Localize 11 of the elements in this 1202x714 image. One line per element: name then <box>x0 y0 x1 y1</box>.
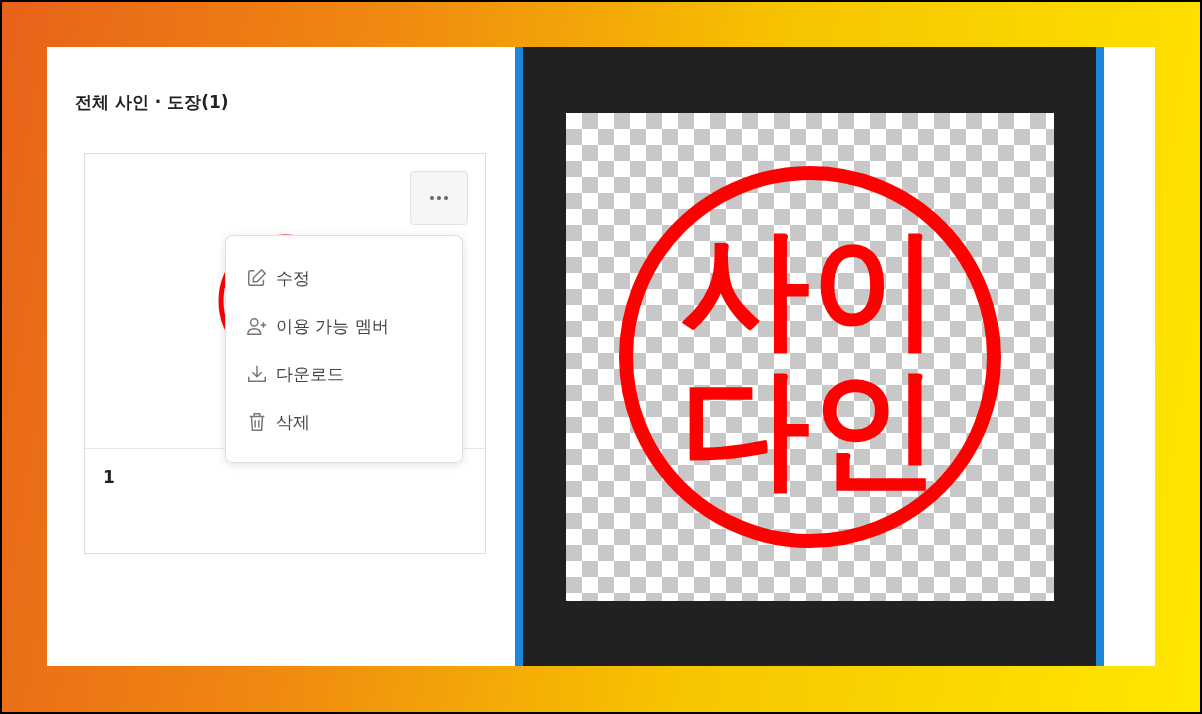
menu-item[interactable]: 삭제 <box>246 398 462 446</box>
menu-item[interactable]: 이용 가능 멤버 <box>246 302 462 350</box>
section-title: 전체 사인 · 도장(1) <box>75 91 230 114</box>
pencil-icon <box>246 267 268 289</box>
menu-item[interactable]: 수정 <box>246 254 462 302</box>
more-button[interactable] <box>410 171 468 225</box>
add-user-icon <box>246 315 268 337</box>
stamp-name: 1 <box>103 467 115 487</box>
download-icon <box>246 363 268 385</box>
menu-item[interactable]: 다운로드 <box>246 350 462 398</box>
more-icon <box>429 195 449 201</box>
